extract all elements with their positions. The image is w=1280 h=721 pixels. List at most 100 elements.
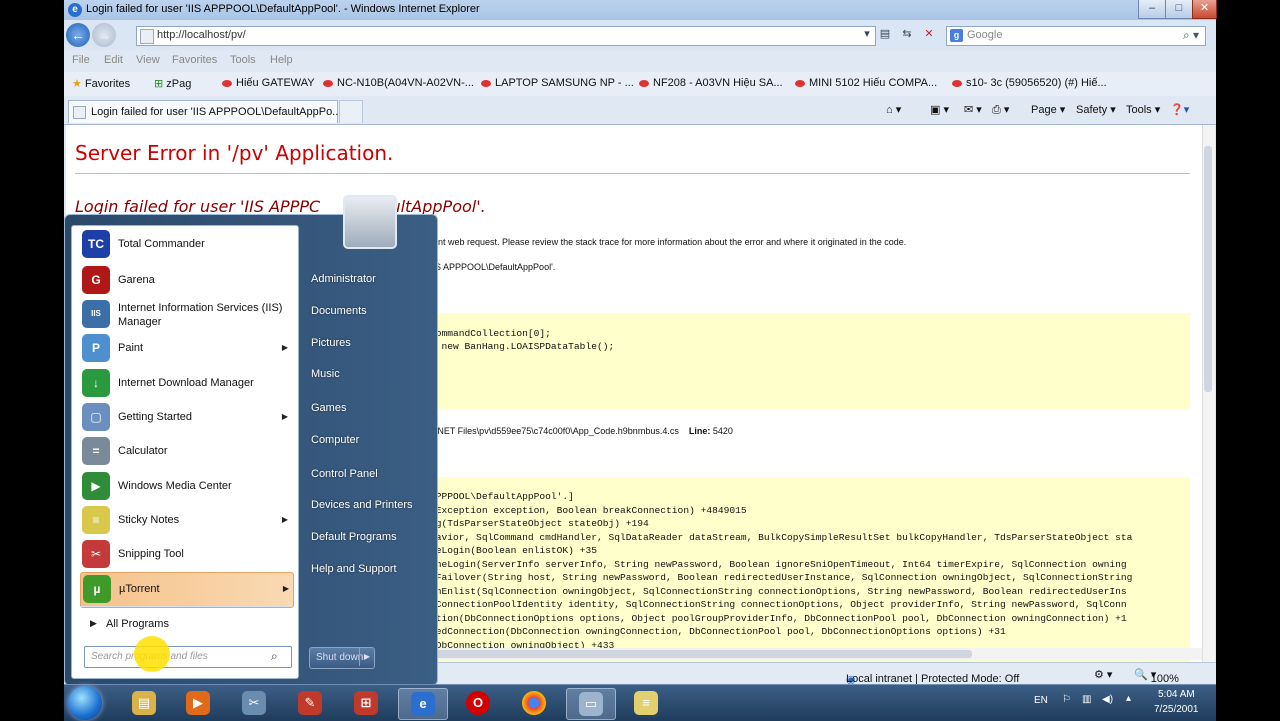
vertical-scroll-thumb[interactable] bbox=[1204, 146, 1212, 392]
search-icon[interactable]: ⌕ ▾ bbox=[1183, 28, 1199, 43]
search-box[interactable]: g Google ⌕ ▾ bbox=[946, 26, 1206, 46]
start-button[interactable] bbox=[68, 686, 102, 720]
programs-pane: TC Total Commander G Garena IIS Internet Info… bbox=[71, 225, 299, 679]
taskbar-snipping[interactable]: ✂ bbox=[230, 688, 278, 718]
all-programs-button[interactable]: ▶ All Programs bbox=[80, 614, 292, 636]
address-url[interactable]: http://localhost/pv/ bbox=[157, 29, 246, 41]
close-button[interactable]: ✕ bbox=[1192, 0, 1217, 19]
shutdown-options-icon[interactable]: ▶ bbox=[359, 648, 374, 666]
fav-item-label: NF208 - A03VN Hiệu SA... bbox=[653, 77, 783, 89]
program-item[interactable]: = Calculator bbox=[80, 435, 292, 469]
clock-date[interactable]: 7/25/2001 bbox=[1154, 704, 1199, 715]
clock-time[interactable]: 5:04 AM bbox=[1158, 689, 1195, 700]
tab-active[interactable]: Login failed for user 'IIS APPPOOL\Defau… bbox=[68, 100, 341, 123]
program-item[interactable]: ▶ Windows Media Center bbox=[80, 470, 292, 504]
fav-item-1[interactable]: Hiếu GATEWAY bbox=[222, 77, 315, 89]
language-indicator[interactable]: EN bbox=[1034, 695, 1048, 706]
program-item[interactable]: ≡ Sticky Notes ▶ bbox=[80, 504, 292, 538]
program-item[interactable]: P Paint ▶ bbox=[80, 332, 292, 366]
start-item-games[interactable]: Games bbox=[311, 402, 346, 414]
link-icon bbox=[639, 79, 649, 87]
taskbar-sticky[interactable]: ≡ bbox=[622, 688, 670, 718]
start-item-pictures[interactable]: Pictures bbox=[311, 337, 351, 349]
taskbar-media-player[interactable]: ▶ bbox=[174, 688, 222, 718]
stop-icon[interactable]: ✕ bbox=[920, 25, 938, 43]
program-item[interactable]: G Garena bbox=[80, 264, 292, 298]
fav-item-2[interactable]: NC-N10B(A04VN-A02VN-... bbox=[323, 77, 474, 89]
minimize-button[interactable]: – bbox=[1138, 0, 1166, 19]
taskbar-network[interactable]: ⊞ bbox=[342, 688, 390, 718]
taskbar-chrome[interactable] bbox=[510, 688, 558, 718]
start-item-control-panel[interactable]: Control Panel bbox=[311, 468, 378, 480]
mail-icon[interactable]: ✉ ▾ bbox=[964, 103, 982, 116]
fav-item-4[interactable]: NF208 - A03VN Hiệu SA... bbox=[639, 77, 783, 89]
tab-row: Login failed for user 'IIS APPPOOL\Defau… bbox=[64, 96, 1216, 125]
title-bar[interactable]: e Login failed for user 'IIS APPPOOL\Def… bbox=[64, 0, 1217, 20]
start-item-devices-printers[interactable]: Devices and Printers bbox=[311, 499, 413, 511]
back-button[interactable]: ← bbox=[66, 23, 90, 47]
feeds-icon[interactable]: ▣ ▾ bbox=[930, 103, 949, 116]
page-menu[interactable]: Page ▾ bbox=[1031, 103, 1065, 116]
media-center-icon: ▶ bbox=[82, 472, 110, 500]
print-icon[interactable]: ⎙ ▾ bbox=[992, 103, 1009, 117]
fav-item-label: zPag bbox=[166, 78, 192, 90]
start-item-help-support[interactable]: Help and Support bbox=[311, 563, 397, 575]
fav-item-6[interactable]: s10- 3c (59056520) (#) Hiế... bbox=[952, 77, 1107, 89]
menu-view[interactable]: View bbox=[136, 54, 160, 66]
safety-menu[interactable]: Safety ▾ bbox=[1076, 103, 1116, 116]
taskbar-window[interactable]: ▭ bbox=[566, 688, 616, 720]
program-item[interactable]: µ µTorrent ▶ bbox=[80, 572, 294, 608]
favorites-button[interactable]: ★ Favorites bbox=[72, 77, 130, 90]
start-item-default-programs[interactable]: Default Programs bbox=[311, 531, 397, 543]
flag-icon[interactable]: ⚐ bbox=[1062, 694, 1071, 705]
new-tab-button[interactable] bbox=[339, 100, 363, 123]
menu-favorites[interactable]: Favorites bbox=[172, 54, 217, 66]
menu-tools[interactable]: Tools bbox=[230, 54, 256, 66]
volume-icon[interactable]: ◀) bbox=[1102, 694, 1113, 705]
program-item[interactable]: TC Total Commander bbox=[80, 228, 292, 262]
fav-item-5[interactable]: MINI 5102 Hiếu COMPA... bbox=[795, 77, 937, 89]
fav-item-label: MINI 5102 Hiếu COMPA... bbox=[809, 77, 938, 89]
getting-started-icon: ▢ bbox=[82, 403, 110, 431]
program-item[interactable]: ✂ Snipping Tool bbox=[80, 538, 292, 572]
zoom-control[interactable]: 🔍 100% ▾ bbox=[1134, 668, 1179, 685]
fav-item-zpag[interactable]: ⊞ zPag bbox=[154, 77, 191, 90]
shutdown-button[interactable]: Shut down ▶ bbox=[309, 647, 375, 669]
maximize-button[interactable]: □ bbox=[1165, 0, 1193, 19]
start-item-documents[interactable]: Documents bbox=[311, 305, 367, 317]
show-hidden-icon[interactable]: ▴ bbox=[1126, 693, 1131, 704]
network-tray-icon[interactable]: ▥ bbox=[1082, 694, 1091, 705]
dropdown-icon[interactable]: ▾ bbox=[858, 25, 876, 43]
program-label: Getting Started bbox=[118, 411, 192, 423]
protected-mode-icon[interactable]: ⚙ ▾ bbox=[1094, 668, 1112, 681]
start-item-administrator[interactable]: Administrator bbox=[311, 273, 376, 285]
start-item-music[interactable]: Music bbox=[311, 368, 340, 380]
taskbar-paint[interactable]: ✎ bbox=[286, 688, 334, 718]
taskbar-explorer[interactable]: ▤ bbox=[120, 688, 168, 718]
tools-menu[interactable]: Tools ▾ bbox=[1126, 103, 1160, 116]
start-item-computer[interactable]: Computer bbox=[311, 434, 359, 446]
fav-item-3[interactable]: LAPTOP SAMSUNG NP - ... bbox=[481, 77, 634, 89]
source-line: = new BanHang.LOAISPDataTable(); bbox=[430, 341, 615, 352]
help-icon[interactable]: ❓▾ bbox=[1170, 103, 1189, 116]
program-label: Snipping Tool bbox=[118, 548, 184, 560]
program-item[interactable]: ▢ Getting Started ▶ bbox=[80, 401, 292, 435]
program-item[interactable]: IIS Internet Information Services (IIS) M… bbox=[80, 298, 292, 332]
search-placeholder: Google bbox=[967, 29, 1003, 41]
source-file: P.NET Files\pv\d559ee75\c74c00f0\App_Cod… bbox=[430, 426, 733, 436]
start-search-input[interactable]: Search programs and files ⌕ bbox=[84, 646, 292, 668]
menu-file[interactable]: File bbox=[72, 54, 90, 66]
menu-edit[interactable]: Edit bbox=[104, 54, 123, 66]
taskbar-ie[interactable]: e bbox=[398, 688, 448, 720]
menu-help[interactable]: Help bbox=[270, 54, 293, 66]
favorites-bar: ★ Favorites ⊞ zPag Hiếu GATEWAY NC-N10B(… bbox=[64, 72, 1216, 96]
refresh-icon[interactable]: ⇆ bbox=[898, 25, 916, 43]
program-item[interactable]: ↓ Internet Download Manager bbox=[80, 367, 292, 401]
home-icon[interactable]: ⌂ ▾ bbox=[886, 103, 901, 116]
taskbar-opera[interactable]: O bbox=[454, 688, 502, 718]
forward-button[interactable]: → bbox=[92, 23, 116, 47]
address-bar[interactable]: http://localhost/pv/ bbox=[136, 26, 876, 46]
opera-icon: O bbox=[466, 691, 490, 715]
compatibility-icon[interactable]: ▤ bbox=[876, 25, 894, 43]
folder-icon: ▤ bbox=[132, 691, 156, 715]
